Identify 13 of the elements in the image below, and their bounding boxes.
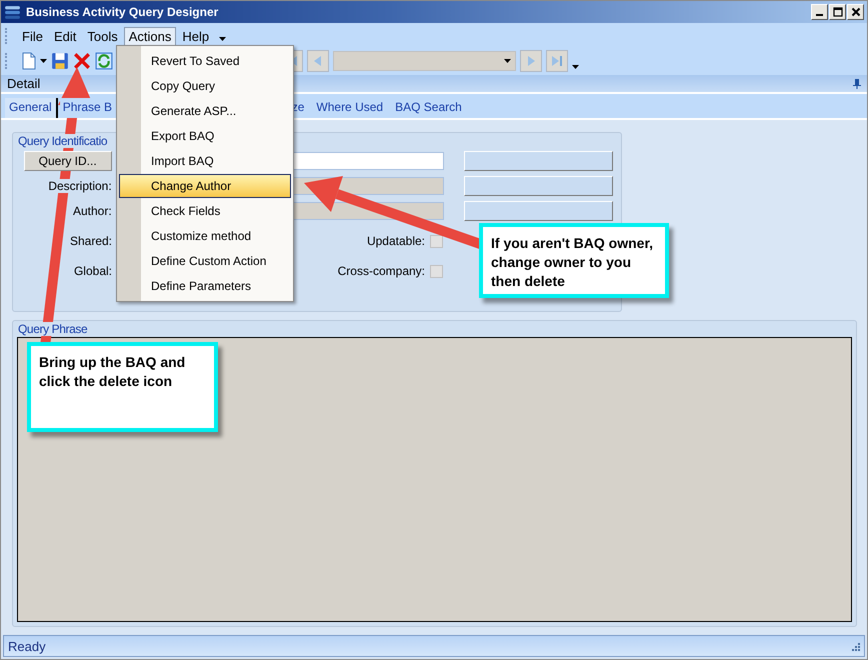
checkbox-label: Updatable: [366,234,425,248]
group-title: Query Identificatio [18,134,108,148]
status-text: Ready [8,638,46,654]
callout-note: If you aren't BAQ owner, change owner to you then delete [479,223,669,298]
field-label: Shared: [70,234,112,248]
callout-note: Bring up the BAQ and click the delete icon [27,342,218,432]
field-label: Author: [72,204,112,218]
group-title: Query Phrase [18,322,88,336]
field-label: Global: [74,264,112,278]
window-title: Business Activity Query Designer [26,5,218,19]
panel-title: Detail [7,76,40,91]
field-label: Description: [48,179,112,193]
checkbox-label: Cross-company: [338,264,425,278]
